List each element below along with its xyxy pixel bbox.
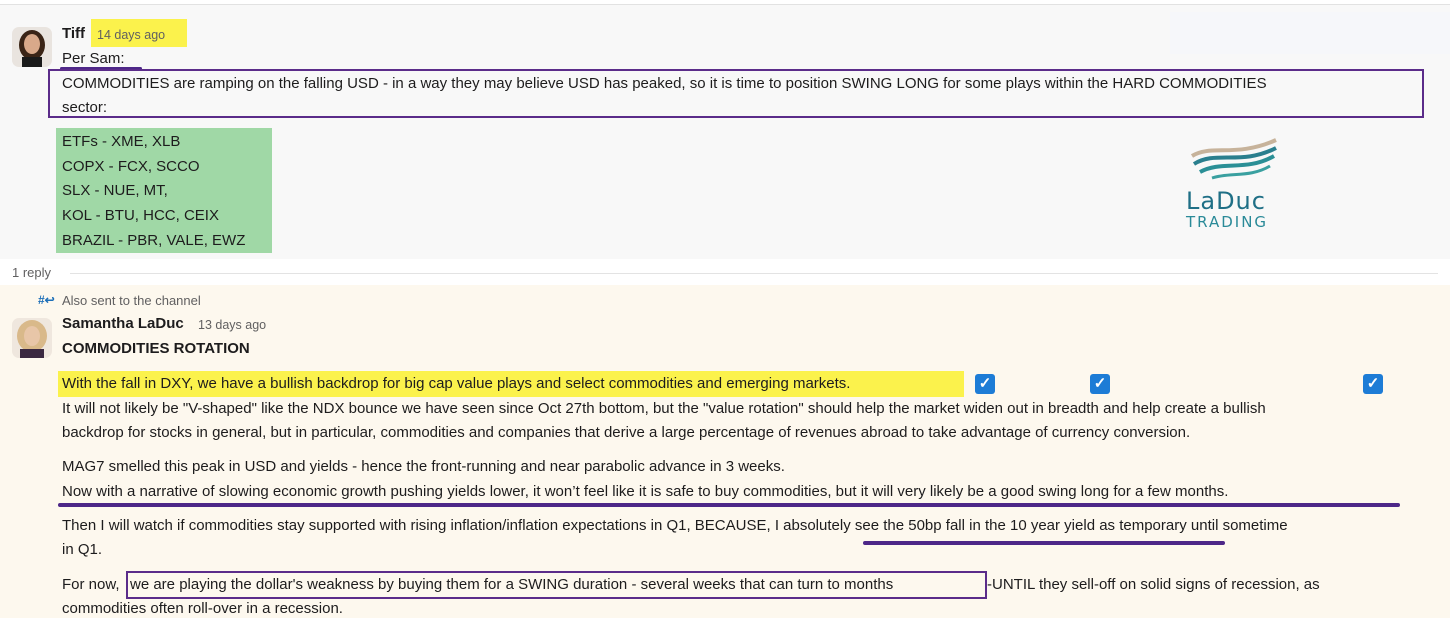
text-segment: For now, — [62, 576, 120, 593]
timestamp[interactable]: 13 days ago — [198, 318, 266, 332]
logo-subtext: TRADING — [1186, 213, 1269, 231]
paragraph-line: commodities often roll-over in a recessi… — [62, 600, 343, 617]
message-line: sector: — [62, 99, 108, 116]
paragraph-line: It will not likely be "V-shaped" like th… — [62, 400, 1266, 417]
logo-text: LaDuc — [1186, 187, 1266, 215]
checkbox-icon[interactable]: ✓ — [1363, 374, 1383, 394]
also-sent-label: Also sent to the channel — [62, 293, 201, 308]
list-item: KOL - BTU, HCC, CEIX — [62, 207, 219, 224]
boxed-text: we are playing the dollar's weakness by … — [130, 576, 894, 593]
author-name[interactable]: Samantha LaDuc — [62, 315, 184, 332]
underline-annotation — [58, 503, 1400, 507]
paragraph-line: backdrop for stocks in general, but in p… — [62, 424, 1191, 441]
paragraph-line: in Q1. — [62, 541, 103, 558]
paragraph-line: For now, — [62, 573, 120, 597]
laduc-logo: LaDuc TRADING — [1186, 136, 1282, 232]
underline-annotation — [863, 541, 1225, 545]
message-samantha — [0, 285, 1450, 618]
divider — [70, 273, 1438, 274]
paragraph-line: Now with a narrative of slowing economic… — [62, 483, 1229, 500]
list-item: SLX - NUE, MT, — [62, 182, 168, 199]
message-title: COMMODITIES ROTATION — [62, 340, 250, 357]
paragraph-line: Then I will watch if commodities stay su… — [62, 517, 1288, 534]
avatar-tiff[interactable] — [12, 27, 52, 67]
author-name[interactable]: Tiff — [62, 25, 85, 42]
message-line: COMMODITIES are ramping on the falling U… — [62, 75, 1267, 92]
list-item: BRAZIL - PBR, VALE, EWZ — [62, 232, 246, 249]
list-item: ETFs - XME, XLB — [62, 133, 181, 150]
checkbox-icon[interactable]: ✓ — [975, 374, 995, 394]
decorative-panel — [1170, 12, 1450, 54]
paragraph-line: MAG7 smelled this peak in USD and yields… — [62, 458, 785, 475]
reply-count[interactable]: 1 reply — [12, 265, 51, 280]
checkbox-icon[interactable]: ✓ — [1090, 374, 1110, 394]
avatar-samantha[interactable] — [12, 318, 52, 358]
list-item: COPX - FCX, SCCO — [62, 158, 200, 175]
timestamp[interactable]: 14 days ago — [97, 28, 165, 42]
paragraph-line: -UNTIL they sell-off on solid signs of r… — [987, 576, 1320, 593]
highlight-text: With the fall in DXY, we have a bullish … — [62, 375, 851, 392]
channel-icon: #↩ — [38, 293, 55, 307]
